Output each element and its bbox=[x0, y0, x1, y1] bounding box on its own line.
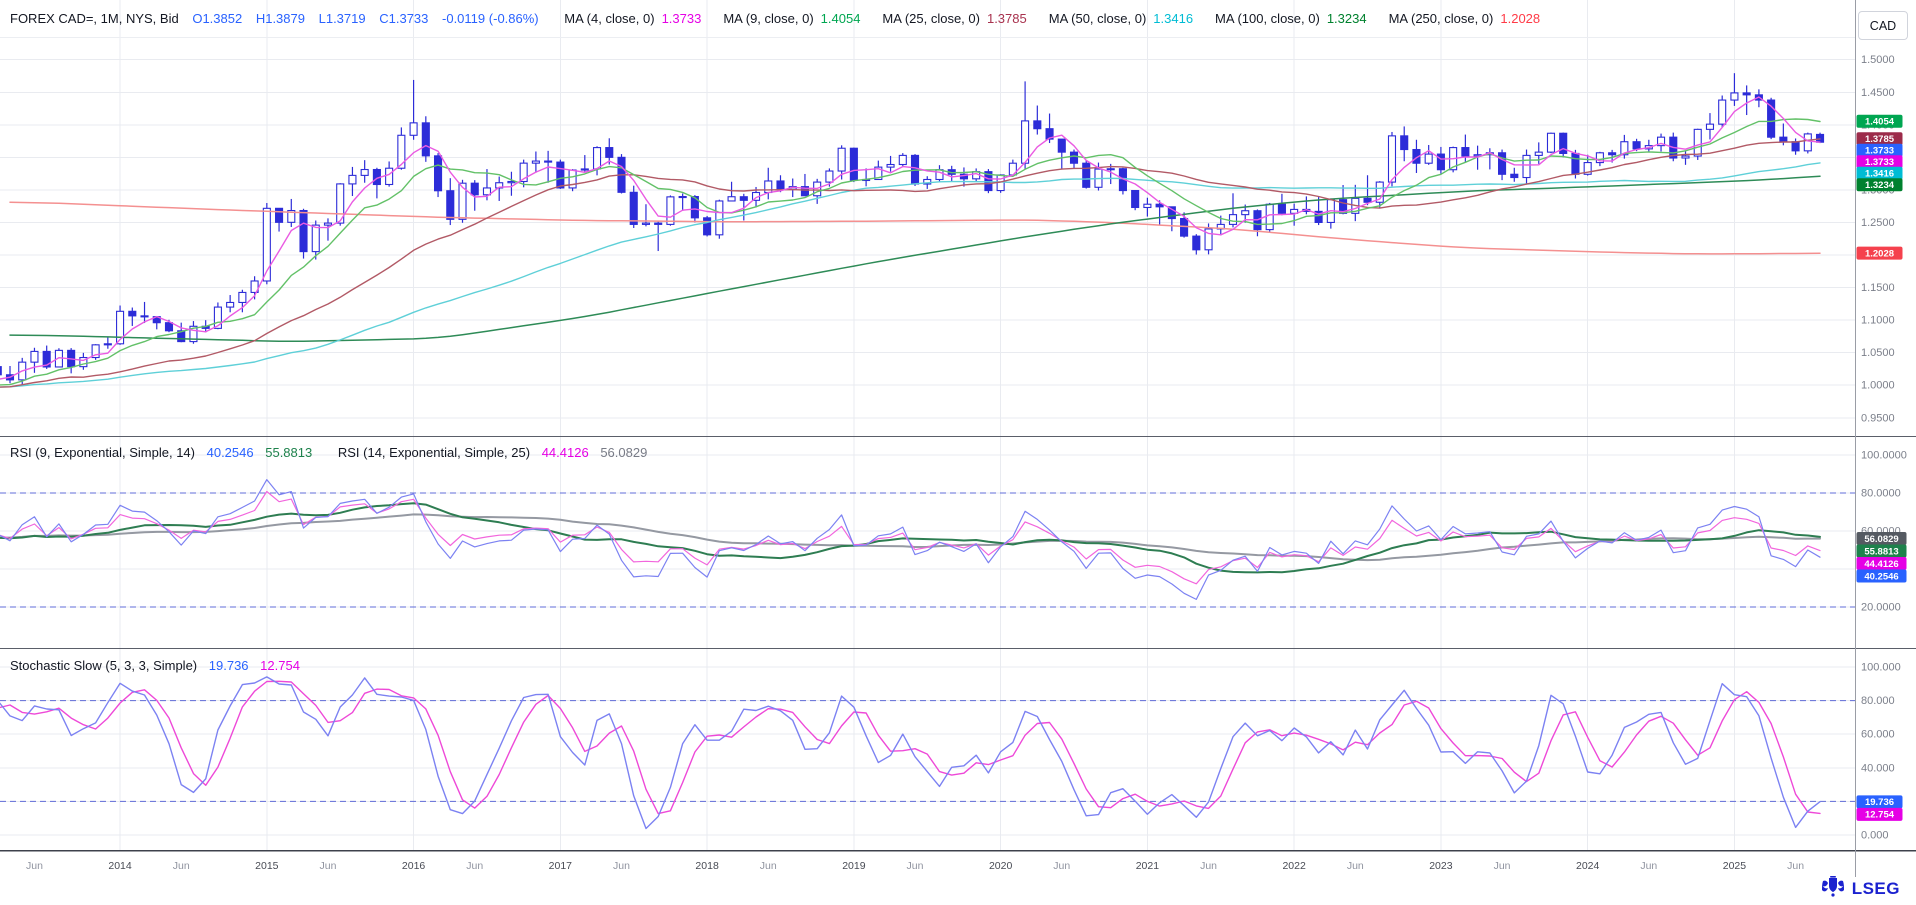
brand-wordmark: LSEG bbox=[1852, 879, 1900, 899]
change-value: -0.0119 (-0.86%) bbox=[442, 11, 539, 26]
ma-legend: MA (4, close, 0)1.3733MA (9, close, 0)1.… bbox=[542, 11, 1540, 26]
rsi1-title: RSI (9, Exponential, Simple, 14) bbox=[10, 445, 195, 460]
rsi2-signal-value: 56.0829 bbox=[600, 445, 647, 460]
rsi1-signal-value: 55.8813 bbox=[265, 445, 312, 460]
symbol-title: FOREX CAD=, 1M, NYS, Bid bbox=[10, 11, 179, 26]
currency-button[interactable]: CAD bbox=[1858, 11, 1908, 40]
rsi2-value: 44.4126 bbox=[542, 445, 589, 460]
high-value: H1.3879 bbox=[256, 11, 305, 26]
price-axis[interactable] bbox=[1856, 44, 1916, 850]
rsi-pane-legend: RSI (9, Exponential, Simple, 14) 40.2546… bbox=[10, 445, 647, 460]
chart-canvas[interactable] bbox=[0, 0, 1855, 850]
stoch-pane-legend: Stochastic Slow (5, 3, 3, Simple) 19.736… bbox=[10, 658, 300, 673]
price-pane-legend: FOREX CAD=, 1M, NYS, Bid O1.3852 H1.3879… bbox=[10, 11, 1540, 26]
ma-legend-item: MA (4, close, 0)1.3733 bbox=[542, 11, 701, 26]
ma-legend-item: MA (50, close, 0)1.3416 bbox=[1027, 11, 1193, 26]
rsi2-title: RSI (14, Exponential, Simple, 25) bbox=[338, 445, 530, 460]
rsi1-value: 40.2546 bbox=[207, 445, 254, 460]
low-value: L1.3719 bbox=[319, 11, 366, 26]
lseg-logo-icon bbox=[1820, 876, 1846, 902]
close-value: C1.3733 bbox=[379, 11, 428, 26]
ma-legend-item: MA (100, close, 0)1.3234 bbox=[1193, 11, 1367, 26]
time-axis[interactable] bbox=[0, 851, 1855, 877]
stoch-title: Stochastic Slow (5, 3, 3, Simple) bbox=[10, 658, 197, 673]
stoch-k-value: 19.736 bbox=[209, 658, 249, 673]
ma-legend-item: MA (25, close, 0)1.3785 bbox=[860, 11, 1026, 26]
footer-brand: LSEG bbox=[1820, 876, 1900, 902]
stoch-d-value: 12.754 bbox=[260, 658, 300, 673]
ma-legend-item: MA (250, close, 0)1.2028 bbox=[1367, 11, 1541, 26]
ma-legend-item: MA (9, close, 0)1.4054 bbox=[701, 11, 860, 26]
open-value: O1.3852 bbox=[192, 11, 242, 26]
